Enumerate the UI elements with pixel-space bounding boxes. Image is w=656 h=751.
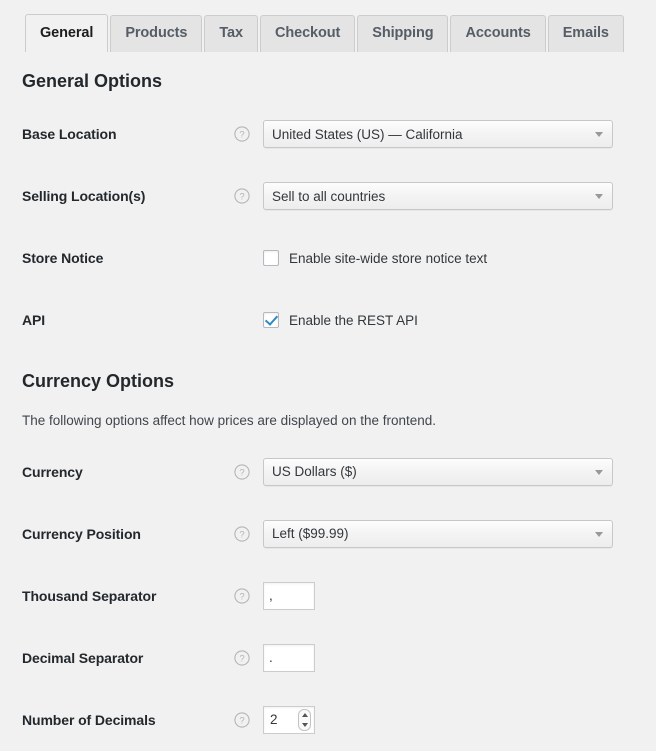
base-location-select[interactable]: United States (US) — California	[263, 120, 613, 148]
label-decimal-separator: Decimal Separator	[22, 627, 234, 689]
currency-options-description: The following options affect how prices …	[22, 412, 636, 431]
chevron-down-icon	[595, 132, 603, 137]
settings-content: General Options Base Location ? U	[0, 70, 656, 751]
tab-tax[interactable]: Tax	[204, 15, 258, 52]
store-notice-checkbox[interactable]	[263, 250, 279, 266]
currency-position-value: Left ($99.99)	[264, 526, 375, 541]
tab-emails[interactable]: Emails	[548, 15, 624, 52]
thousand-separator-input[interactable]: ,	[263, 582, 315, 610]
currency-options-heading: Currency Options	[22, 370, 636, 393]
help-circle-icon[interactable]: ?	[234, 712, 250, 728]
label-store-notice: Store Notice	[22, 227, 234, 289]
decimal-separator-input[interactable]: .	[263, 644, 315, 672]
currency-select[interactable]: US Dollars ($)	[263, 458, 613, 486]
row-api: API Enable the REST API	[22, 289, 636, 351]
number-of-decimals-value: 2	[264, 712, 278, 727]
tab-general[interactable]: General	[25, 14, 108, 52]
row-currency: Currency ? US Dollars ($)	[22, 441, 636, 503]
label-currency-position: Currency Position	[22, 503, 234, 565]
selling-locations-select[interactable]: Sell to all countries	[263, 182, 613, 210]
tab-shipping[interactable]: Shipping	[357, 15, 448, 52]
row-thousand-separator: Thousand Separator ? ,	[22, 565, 636, 627]
base-location-value: United States (US) — California	[264, 127, 489, 142]
stepper-up-icon[interactable]	[302, 713, 308, 717]
svg-text:?: ?	[239, 715, 244, 726]
svg-text:?: ?	[239, 130, 244, 141]
label-selling-locations: Selling Location(s)	[22, 165, 234, 227]
label-api: API	[22, 289, 234, 351]
label-thousand-separator: Thousand Separator	[22, 565, 234, 627]
selling-locations-value: Sell to all countries	[264, 189, 411, 204]
tab-accounts[interactable]: Accounts	[450, 15, 545, 52]
rest-api-checkbox-label[interactable]: Enable the REST API	[289, 313, 418, 328]
currency-position-select[interactable]: Left ($99.99)	[263, 520, 613, 548]
row-base-location: Base Location ? United States (US) — Cal…	[22, 103, 636, 165]
help-circle-icon[interactable]: ?	[234, 588, 250, 604]
help-circle-icon[interactable]: ?	[234, 188, 250, 204]
svg-text:?: ?	[239, 467, 244, 478]
svg-text:?: ?	[239, 529, 244, 540]
row-decimal-separator: Decimal Separator ? .	[22, 627, 636, 689]
label-number-of-decimals: Number of Decimals	[22, 689, 234, 751]
svg-text:?: ?	[239, 653, 244, 664]
help-circle-icon[interactable]: ?	[234, 526, 250, 542]
stepper-down-icon[interactable]	[302, 723, 308, 727]
row-number-of-decimals: Number of Decimals ? 2	[22, 689, 636, 751]
number-of-decimals-input[interactable]: 2	[263, 706, 315, 734]
label-currency: Currency	[22, 441, 234, 503]
row-store-notice: Store Notice Enable site-wide store noti…	[22, 227, 636, 289]
settings-tab-strip: GeneralProductsTaxCheckoutShippingAccoun…	[0, 0, 656, 51]
general-options-table: Base Location ? United States (US) — Cal…	[22, 103, 636, 351]
help-circle-icon[interactable]: ?	[234, 126, 250, 142]
chevron-down-icon	[595, 194, 603, 199]
tab-checkout[interactable]: Checkout	[260, 15, 355, 52]
chevron-down-icon	[595, 470, 603, 475]
label-base-location: Base Location	[22, 103, 234, 165]
store-notice-checkbox-label[interactable]: Enable site-wide store notice text	[289, 251, 487, 266]
currency-value: US Dollars ($)	[264, 464, 383, 479]
help-circle-icon[interactable]: ?	[234, 464, 250, 480]
rest-api-checkbox[interactable]	[263, 312, 279, 328]
svg-text:?: ?	[239, 192, 244, 203]
chevron-down-icon	[595, 532, 603, 537]
row-currency-position: Currency Position ? Left ($99.99)	[22, 503, 636, 565]
tab-products[interactable]: Products	[110, 15, 202, 52]
number-stepper[interactable]	[298, 709, 311, 731]
general-options-heading: General Options	[22, 70, 636, 93]
svg-text:?: ?	[239, 591, 244, 602]
row-selling-locations: Selling Location(s) ? Sell to all countr…	[22, 165, 636, 227]
help-circle-icon[interactable]: ?	[234, 650, 250, 666]
currency-options-table: Currency ? US Dollars ($)	[22, 441, 636, 751]
